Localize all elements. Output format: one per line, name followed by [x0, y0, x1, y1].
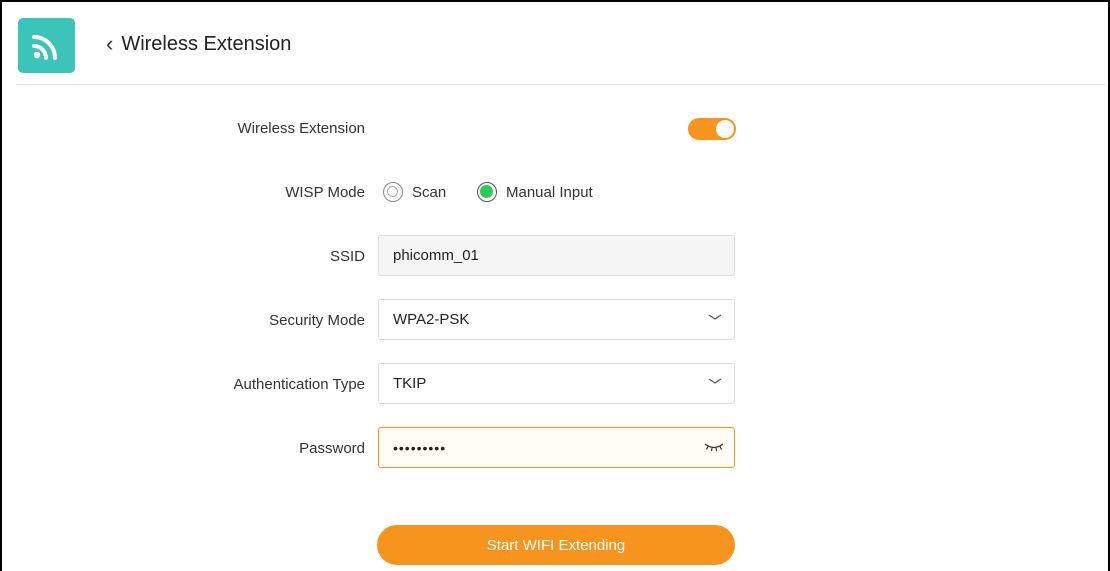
authentication-type-select[interactable]: TKIP [378, 363, 735, 404]
password-input[interactable]: ••••••••• [378, 427, 735, 468]
wisp-mode-manual-radio[interactable]: Manual Input [477, 180, 593, 204]
authentication-type-value: TKIP [393, 375, 427, 392]
radio-unselected-icon [383, 182, 403, 202]
radio-selected-icon [477, 182, 497, 202]
toggle-knob [716, 120, 734, 138]
back-button[interactable]: ‹ Wireless Extension [106, 31, 291, 57]
page-title: Wireless Extension [121, 33, 292, 55]
wireless-extension-label: Wireless Extension [237, 120, 365, 137]
ssid-label: SSID [329, 248, 365, 265]
ssid-value: phicomm_01 [393, 247, 479, 264]
security-mode-select[interactable]: WPA2-PSK [378, 299, 735, 340]
authentication-type-label: Authentication Type [233, 376, 365, 393]
wisp-mode-scan-label: Scan [412, 183, 447, 201]
wisp-mode-label: WISP Mode [285, 184, 365, 201]
app-frame [0, 0, 1110, 571]
wisp-mode-manual-label: Manual Input [506, 183, 593, 201]
password-value: ••••••••• [393, 439, 447, 456]
wisp-mode-scan-radio[interactable]: Scan [383, 180, 446, 204]
password-label: Password [299, 440, 365, 457]
chevron-left-icon: ‹ [106, 31, 114, 56]
start-wifi-extending-button[interactable]: Start WIFI Extending [377, 525, 735, 565]
wireless-extension-toggle[interactable] [688, 118, 736, 140]
security-mode-label: Security Mode [269, 312, 365, 329]
ssid-input[interactable]: phicomm_01 [378, 235, 735, 276]
eye-closed-icon[interactable] [704, 441, 724, 453]
security-mode-value: WPA2-PSK [393, 311, 470, 328]
chevron-down-icon [708, 314, 722, 320]
wifi-signal-icon [18, 18, 75, 73]
page-header: ‹ Wireless Extension [16, 0, 1106, 85]
chevron-down-icon [708, 378, 722, 384]
